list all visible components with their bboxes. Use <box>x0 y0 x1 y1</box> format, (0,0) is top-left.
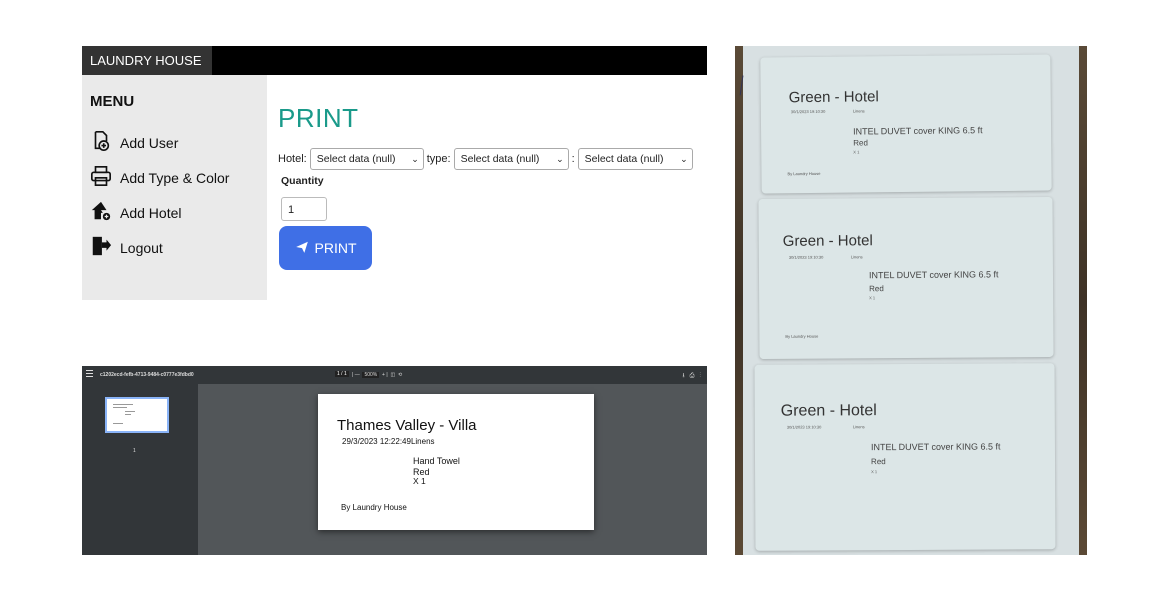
sidebar-item-logout[interactable]: Logout <box>90 235 163 260</box>
logout-icon <box>90 235 112 260</box>
sidebar-item-add-type-color[interactable]: Add Type & Color <box>90 165 229 190</box>
label-item: INTEL DUVET cover KING 6.5 ft <box>870 441 1001 453</box>
print-icon[interactable]: ⎙ <box>690 373 695 379</box>
label-item: INTEL DUVET cover KING 6.5 ft <box>853 125 983 137</box>
label-footer: By Laundry House <box>785 333 819 339</box>
label-category: Linens <box>852 108 865 114</box>
pdf-viewer: c1202ecd-fefb-4713-9484-c0777e3fdbd0 1 /… <box>82 366 707 555</box>
printer-icon <box>90 165 112 190</box>
label-title: Thames Valley - Villa <box>337 417 477 434</box>
menu-title: MENU <box>90 93 135 110</box>
hotel-select[interactable]: Select data (null) ⌄ <box>309 148 424 170</box>
label-datetime: 29/3/2023 12:22:49Linens <box>342 437 435 446</box>
label-quantity: X 1 <box>871 469 878 475</box>
sidebar-item-label: Add Hotel <box>120 204 182 221</box>
label-date: 30/1/2023 19:10:30 <box>790 108 826 115</box>
label-color: Red <box>869 284 884 294</box>
hamburger-menu-icon[interactable] <box>86 370 93 378</box>
sidebar-item-label: Add User <box>120 134 179 151</box>
print-button[interactable]: PRINT <box>279 226 372 270</box>
pdf-page: Thames Valley - Villa 29/3/2023 12:22:49… <box>318 394 594 530</box>
top-navbar: LAUNDRY HOUSE <box>82 46 707 75</box>
zoom-controls: | — 500% + | ◫ ⟲ <box>352 372 402 378</box>
type-label: type: <box>426 153 451 165</box>
more-options-icon[interactable]: ⋮ <box>699 373 701 379</box>
print-form-panel: PRINT Hotel: Select data (null) ⌄ type: S… <box>267 75 707 302</box>
color-label: : <box>571 153 575 165</box>
label-item: Hand Towel <box>413 456 460 466</box>
send-icon <box>295 240 309 257</box>
brand-logo-text[interactable]: LAUNDRY HOUSE <box>82 46 212 75</box>
add-user-icon <box>90 130 112 155</box>
sidebar-item-label: Logout <box>120 239 163 256</box>
fit-page-icon[interactable]: ◫ <box>390 372 396 378</box>
rotate-icon[interactable]: ⟲ <box>398 372 402 378</box>
label-footer: By Laundry House <box>341 503 407 512</box>
quantity-label: Quantity <box>281 175 324 187</box>
zoom-level[interactable]: 500% <box>362 372 380 378</box>
label-card: Green - Hotel 30/1/2023 19:10:30 Linens … <box>754 363 1056 551</box>
label-footer: By Laundry House <box>787 170 821 177</box>
laundry-app-window: LAUNDRY HOUSE MENU Add User Add Type & C… <box>82 46 707 302</box>
label-item: INTEL DUVET cover KING 6.5 ft <box>868 269 999 281</box>
pdf-toolbar: c1202ecd-fefb-4713-9484-c0777e3fdbd0 1 /… <box>82 366 707 384</box>
pdf-actions: ⭳ ⎙ ⋮ <box>683 371 701 381</box>
chevron-down-icon: ⌄ <box>556 153 564 164</box>
pdf-filename: c1202ecd-fefb-4713-9484-c0777e3fdbd0 <box>100 372 194 378</box>
label-category: Linens <box>850 254 863 260</box>
chevron-down-icon: ⌄ <box>680 153 688 164</box>
page-title: PRINT <box>278 103 359 133</box>
label-card: Green - Hotel 30/1/2023 19:10:30 Linens … <box>760 54 1052 194</box>
label-title: Green - Hotel <box>782 232 873 250</box>
label-title: Green - Hotel <box>780 402 877 420</box>
label-color: Red <box>871 457 886 467</box>
sidebar-item-add-hotel[interactable]: Add Hotel <box>90 200 181 225</box>
color-select[interactable]: Select data (null) ⌄ <box>577 148 693 170</box>
selection-row: Hotel: Select data (null) ⌄ type: Select … <box>278 148 696 170</box>
sidebar-menu: MENU Add User Add Type & Color Add Hotel… <box>82 75 267 300</box>
label-card: Green - Hotel 30/1/2023 19:10:30 Linens … <box>758 196 1054 360</box>
zoom-in-icon[interactable]: + | <box>381 372 389 378</box>
page-indicator[interactable]: 1 / 1 <box>335 371 349 377</box>
zoom-out-icon[interactable]: | — <box>352 372 361 378</box>
printed-labels-photo: Green - Hotel 30/1/2023 19:10:30 Linens … <box>735 46 1087 555</box>
label-category: Linens <box>852 424 865 430</box>
label-date: 30/1/2023 19:10:30 <box>788 254 824 260</box>
label-date: 30/1/2023 19:10:30 <box>786 424 822 430</box>
page-thumbnail[interactable] <box>105 397 169 433</box>
label-quantity: X 1 <box>869 295 876 301</box>
label-color: Red <box>853 138 868 148</box>
type-select[interactable]: Select data (null) ⌄ <box>453 148 569 170</box>
sidebar-item-add-user[interactable]: Add User <box>90 130 178 155</box>
print-button-label: PRINT <box>314 240 357 256</box>
label-quantity: X 1 <box>853 149 860 155</box>
hotel-label: Hotel: <box>278 153 307 165</box>
label-quantity: X 1 <box>413 476 426 486</box>
quantity-input[interactable]: 1 <box>281 197 327 221</box>
label-title: Green - Hotel <box>788 88 879 107</box>
download-icon[interactable]: ⭳ <box>683 373 685 379</box>
thumbnail-page-number: 1 <box>133 448 136 454</box>
sidebar-item-label: Add Type & Color <box>120 169 230 186</box>
add-hotel-icon <box>90 200 112 225</box>
thumbnail-sidebar: 1 <box>82 384 198 555</box>
chevron-down-icon: ⌄ <box>411 153 419 164</box>
